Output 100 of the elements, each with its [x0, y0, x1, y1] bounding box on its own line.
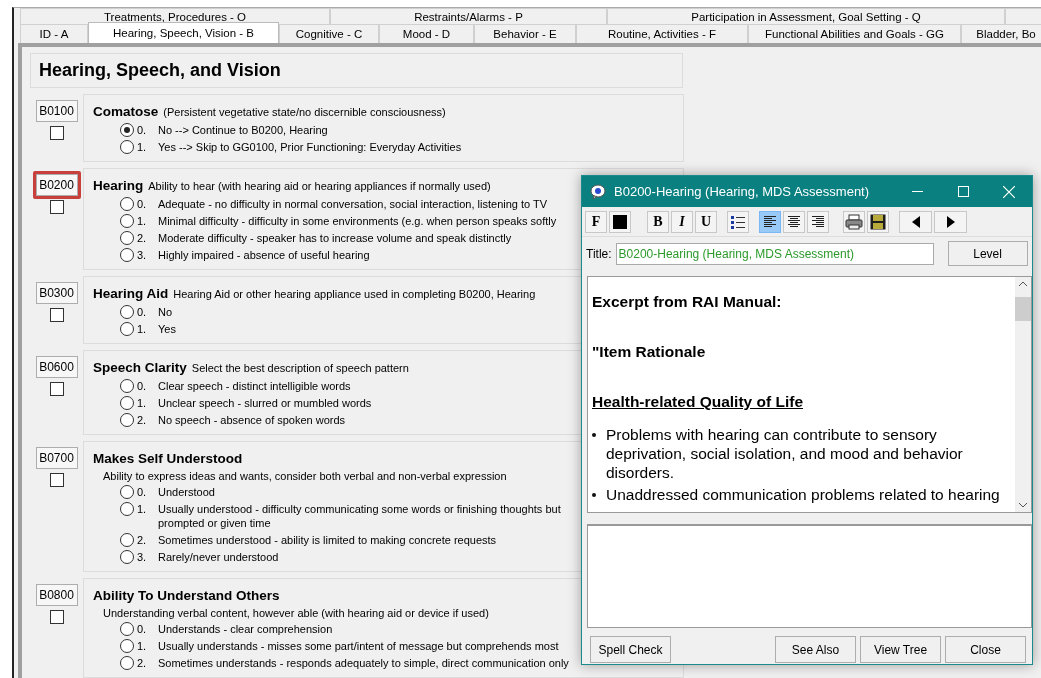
- text-color-button[interactable]: [609, 210, 631, 233]
- checkbox[interactable]: [49, 473, 64, 487]
- tab[interactable]: ID - A: [20, 24, 88, 43]
- question-description: (Persistent vegetative state/no discernible consciousness): [163, 106, 446, 118]
- scroll-thumb[interactable]: [1015, 297, 1031, 321]
- item-code-button[interactable]: B0300: [35, 282, 78, 304]
- radio-button[interactable]: [120, 197, 134, 211]
- option-number: 3.: [137, 248, 148, 262]
- help-bubble-icon: [590, 183, 606, 200]
- option-label: Adequate - no difficulty in normal conversation, social interaction, listening to TV: [158, 197, 548, 211]
- radio-button[interactable]: [120, 248, 134, 262]
- question-title: Makes Self Understood: [93, 451, 243, 466]
- bold-button[interactable]: B: [647, 210, 669, 233]
- radio-button[interactable]: [120, 123, 134, 137]
- tab[interactable]: Hearing, Speech, Vision - B: [88, 22, 279, 43]
- color-swatch-icon: [613, 214, 627, 229]
- option-number: 1.: [137, 639, 148, 653]
- checkbox[interactable]: [49, 126, 64, 140]
- next-button[interactable]: [934, 210, 967, 233]
- spell-check-button[interactable]: Spell Check: [590, 636, 671, 663]
- dialog-button[interactable]: See Also: [775, 636, 856, 663]
- bullet-icon: [592, 493, 596, 497]
- tab[interactable]: Cognitive - C: [279, 24, 379, 43]
- left-triangle-icon: [911, 215, 920, 228]
- option-label: Highly impaired - absence of useful hearing: [158, 248, 370, 262]
- tab[interactable]: Routine, Activities - F: [576, 24, 748, 43]
- radio-button[interactable]: [120, 533, 134, 547]
- radio-button[interactable]: [120, 639, 134, 653]
- title-field[interactable]: B0200-Hearing (Hearing, MDS Assessment): [615, 242, 934, 265]
- radio-button[interactable]: [120, 485, 134, 499]
- item-code-button[interactable]: B0600: [35, 356, 78, 378]
- radio-button[interactable]: [120, 656, 134, 670]
- align-center-icon: [787, 215, 801, 228]
- option-number: 0.: [137, 622, 148, 636]
- checkbox[interactable]: [49, 200, 64, 214]
- option-number: 0.: [137, 379, 148, 393]
- level-button[interactable]: Level: [947, 241, 1028, 266]
- tab[interactable]: Mood - D: [379, 24, 474, 43]
- align-center-button[interactable]: [783, 210, 805, 233]
- maximize-icon: [957, 186, 969, 197]
- radio-button[interactable]: [120, 413, 134, 427]
- checkbox[interactable]: [49, 308, 64, 322]
- dialog-button[interactable]: Close: [945, 636, 1026, 663]
- save-button[interactable]: [867, 210, 889, 233]
- align-right-button[interactable]: [807, 210, 829, 233]
- radio-button[interactable]: [120, 305, 134, 319]
- bullet-list-button[interactable]: [727, 210, 749, 233]
- item-code-button[interactable]: B0200: [32, 171, 81, 199]
- minimize-icon: [911, 191, 923, 192]
- radio-button[interactable]: [120, 622, 134, 636]
- align-left-button[interactable]: [759, 210, 781, 233]
- align-right-icon: [811, 215, 825, 228]
- dialog-button[interactable]: View Tree: [860, 636, 941, 663]
- rich-text-area[interactable]: [587, 276, 1032, 513]
- bullet-icon: [592, 433, 596, 437]
- checkbox[interactable]: [49, 382, 64, 396]
- radio-button[interactable]: [120, 396, 134, 410]
- radio-button[interactable]: [120, 550, 134, 564]
- bullet-list-icon: [730, 214, 746, 229]
- item-code-button[interactable]: B0700: [35, 447, 78, 469]
- option-number: 1.: [137, 214, 148, 228]
- radio-button[interactable]: [120, 140, 134, 154]
- option-number: 1.: [137, 322, 148, 336]
- option-label: Yes: [158, 322, 176, 336]
- italic-button[interactable]: I: [671, 210, 693, 233]
- option-label: Rarely/never understood: [158, 550, 279, 564]
- tab[interactable]: Functional Abilities and Goals - GG: [748, 24, 961, 43]
- option-number: 3.: [137, 550, 148, 564]
- option-number: 2.: [137, 231, 148, 245]
- dialog-title: B0200-Hearing (Hearing, MDS Assessment): [614, 184, 871, 199]
- option-label: Clear speech - distinct intelligible words: [158, 379, 351, 393]
- item-code-button[interactable]: B0800: [35, 584, 78, 606]
- tab[interactable]: Bladder, Bo: [961, 24, 1041, 43]
- radio-button[interactable]: [120, 502, 134, 516]
- radio-button[interactable]: [120, 214, 134, 228]
- font-button[interactable]: F: [585, 210, 607, 233]
- question-title: Comatose: [93, 104, 159, 119]
- tab[interactable]: Behavior - E: [474, 24, 576, 43]
- scrollbar[interactable]: [1015, 277, 1031, 512]
- radio-button[interactable]: [120, 322, 134, 336]
- option-label: Usually understood - difficulty communicating some words or finishing thoughts but prompted or given time: [158, 502, 561, 530]
- tab[interactable]: Restraints/Alarms - P: [330, 8, 607, 24]
- option-label: No speech - absence of spoken words: [158, 413, 346, 427]
- notes-field[interactable]: [587, 524, 1032, 628]
- option-number: 2.: [137, 656, 148, 670]
- align-left-icon: [763, 215, 777, 228]
- previous-button[interactable]: [899, 210, 932, 233]
- bullet-text: Problems with hearing can contribute to sensory deprivation, social isolation, and mood and behavior disorders.: [606, 425, 964, 482]
- question-description: Select the best description of speech pattern: [191, 362, 409, 374]
- underline-button[interactable]: U: [695, 210, 717, 233]
- print-button[interactable]: [843, 210, 865, 233]
- right-triangle-icon: [946, 215, 955, 228]
- item-code-button[interactable]: B0100: [35, 100, 78, 122]
- printer-icon: [845, 213, 863, 230]
- tab[interactable]: Treatments, Procedures - O: [20, 8, 330, 24]
- radio-button[interactable]: [120, 231, 134, 245]
- radio-button[interactable]: [120, 379, 134, 393]
- tab[interactable]: Participation in Assessment, Goal Setting - Q: [607, 8, 1005, 24]
- option-number: 1.: [137, 502, 148, 516]
- checkbox[interactable]: [49, 610, 64, 624]
